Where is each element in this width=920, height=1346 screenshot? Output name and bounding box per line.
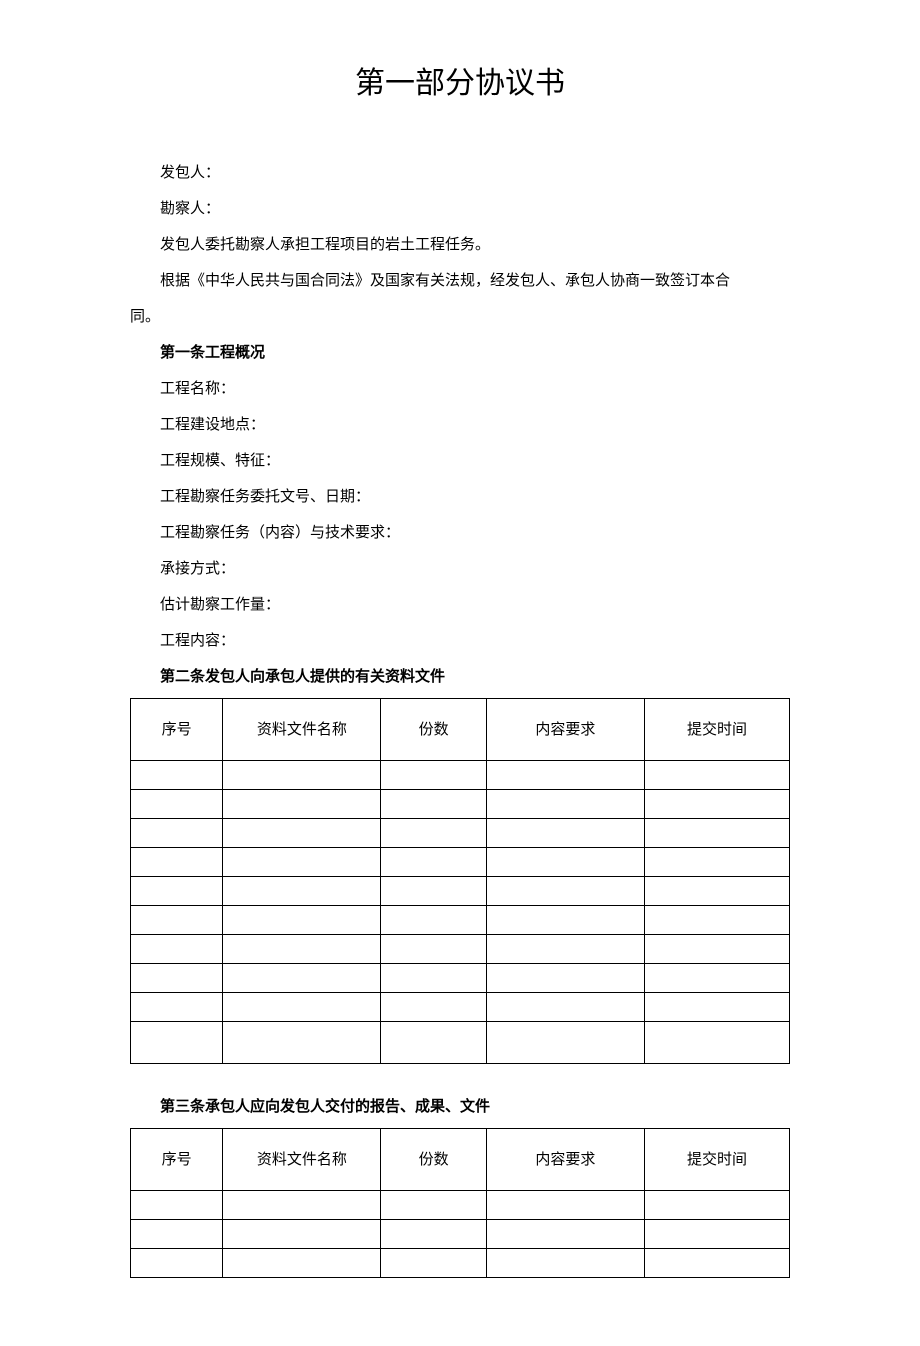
table-header: 提交时间: [645, 699, 790, 761]
article1-item: 承接方式：: [130, 554, 790, 584]
table-header: 提交时间: [645, 1129, 790, 1191]
intro-line-2: 勘察人：: [130, 194, 790, 224]
article1-item: 估计勘察工作量：: [130, 590, 790, 620]
article1-item: 工程规模、特征：: [130, 446, 790, 476]
table-row: [131, 848, 790, 877]
table-header: 份数: [381, 1129, 486, 1191]
table-header-row: 序号 资料文件名称 份数 内容要求 提交时间: [131, 1129, 790, 1191]
article1-item: 工程内容：: [130, 626, 790, 656]
table-header: 资料文件名称: [223, 1129, 381, 1191]
table-header: 序号: [131, 699, 223, 761]
table-header: 内容要求: [486, 699, 644, 761]
table-row: [131, 964, 790, 993]
article2-heading: 第二条发包人向承包人提供的有关资料文件: [130, 662, 790, 692]
article1-item: 工程勘察任务委托文号、日期：: [130, 482, 790, 512]
table-row: [131, 819, 790, 848]
article1-item: 工程建设地点：: [130, 410, 790, 440]
table-row: [131, 1220, 790, 1249]
intro-line-3: 发包人委托勘察人承担工程项目的岩土工程任务。: [130, 230, 790, 260]
table-row: [131, 935, 790, 964]
table-row: [131, 1022, 790, 1064]
table-row: [131, 906, 790, 935]
document-title: 第一部分协议书: [130, 60, 790, 108]
intro-line-4a: 根据《中华人民共与国合同法》及国家有关法规，经发包人、承包人协商一致签订本合: [130, 266, 790, 296]
article2-table: 序号 资料文件名称 份数 内容要求 提交时间: [130, 698, 790, 1064]
table-row: [131, 993, 790, 1022]
table-row: [131, 877, 790, 906]
intro-line-4b: 同。: [130, 302, 790, 332]
table-row: [131, 1191, 790, 1220]
table-header: 份数: [381, 699, 486, 761]
article1-item: 工程名称：: [130, 374, 790, 404]
table-row: [131, 761, 790, 790]
table-header: 序号: [131, 1129, 223, 1191]
table-row: [131, 1249, 790, 1278]
intro-line-1: 发包人：: [130, 158, 790, 188]
article1-heading: 第一条工程概况: [130, 338, 790, 368]
article3-heading: 第三条承包人应向发包人交付的报告、成果、文件: [130, 1092, 790, 1122]
article3-table: 序号 资料文件名称 份数 内容要求 提交时间: [130, 1128, 790, 1278]
table-row: [131, 790, 790, 819]
table-header-row: 序号 资料文件名称 份数 内容要求 提交时间: [131, 699, 790, 761]
article1-item: 工程勘察任务（内容）与技术要求：: [130, 518, 790, 548]
table-header: 内容要求: [486, 1129, 644, 1191]
table-header: 资料文件名称: [223, 699, 381, 761]
